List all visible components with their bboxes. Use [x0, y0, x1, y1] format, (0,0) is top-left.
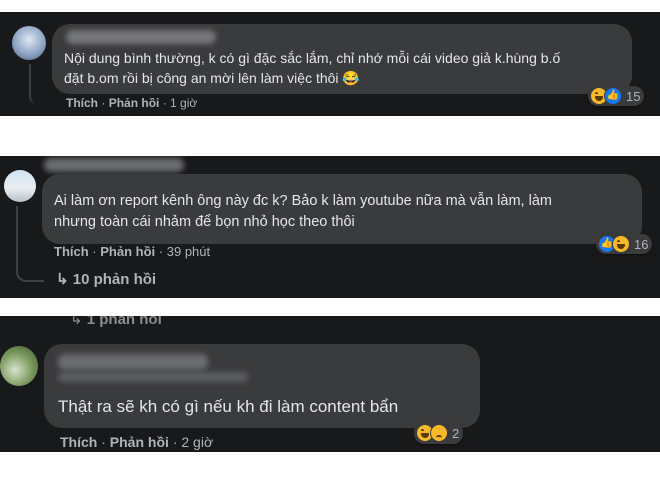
- like-link[interactable]: Thích: [54, 244, 89, 259]
- reaction-summary[interactable]: 2: [414, 422, 464, 444]
- separator: ·: [158, 244, 164, 259]
- author-name-blurred[interactable]: [66, 30, 216, 44]
- author-name-blurred: [58, 372, 248, 382]
- comment-text-line-1: Nội dung bình thường, k có gì đặc sắc lắ…: [64, 50, 561, 66]
- comment-bubble: Ai làm ơn report kênh ông này đc k? Bảo …: [42, 174, 642, 244]
- reaction-count: 16: [634, 236, 649, 252]
- timestamp[interactable]: 39 phút: [167, 244, 210, 259]
- avatar[interactable]: [12, 26, 46, 60]
- reply-link[interactable]: Phản hồi: [109, 96, 160, 110]
- separator: ·: [101, 434, 106, 450]
- timestamp[interactable]: 2 giờ: [181, 434, 213, 450]
- replies-count-label: 10 phản hồi: [72, 271, 157, 288]
- cut-off-label: 1 phản hồi: [86, 316, 162, 328]
- like-icon: 👍: [604, 87, 622, 105]
- reply-link[interactable]: Phản hồi: [100, 244, 155, 259]
- comment-text-line-2: nhưng toàn cái nhảm để bọn nhỏ học theo …: [54, 214, 355, 230]
- comment-bubble: Thật ra sẽ kh có gì nếu kh đi làm conten…: [44, 344, 480, 428]
- comment-actions: Thích · Phản hồi · 1 giờ: [66, 96, 197, 110]
- cut-off-replies-link[interactable]: ↳ 1 phản hồi: [70, 316, 162, 328]
- reply-arrow-icon: ↳: [56, 271, 69, 288]
- separator: ·: [162, 96, 167, 110]
- comment-card-1: Nội dung bình thường, k có gì đặc sắc lắ…: [0, 12, 660, 116]
- comment-actions: Thích · Phản hồi · 2 giờ: [60, 434, 213, 450]
- view-replies-link[interactable]: ↳ 10 phản hồi: [56, 270, 156, 288]
- reaction-summary[interactable]: 👍 15: [588, 86, 645, 106]
- comment-card-3: ↳ 1 phản hồi Thật ra sẽ kh có gì nếu kh …: [0, 316, 660, 452]
- author-name-blurred[interactable]: [44, 158, 184, 172]
- comment-bubble: Nội dung bình thường, k có gì đặc sắc lắ…: [52, 24, 632, 94]
- like-link[interactable]: Thích: [60, 434, 97, 450]
- author-name-blurred[interactable]: [58, 354, 208, 370]
- haha-icon: [612, 235, 630, 253]
- like-link[interactable]: Thích: [66, 96, 98, 110]
- reaction-count: 2: [452, 425, 460, 441]
- avatar[interactable]: [0, 346, 38, 386]
- reply-arrow-icon: ↳: [70, 316, 83, 328]
- comment-text: Thật ra sẽ kh có gì nếu kh đi làm conten…: [58, 397, 399, 416]
- comment-text-line-2: đặt b.om rồi bị công an mời lên làm việc…: [64, 70, 360, 86]
- thread-line: [29, 64, 37, 104]
- avatar[interactable]: [4, 170, 36, 202]
- comment-card-2: Ai làm ơn report kênh ông này đc k? Bảo …: [0, 156, 660, 298]
- separator: ·: [92, 244, 97, 259]
- sad-icon: [430, 424, 448, 442]
- thread-line: [16, 206, 44, 282]
- timestamp[interactable]: 1 giờ: [170, 96, 197, 110]
- comment-actions: Thích · Phản hồi · 39 phút: [54, 244, 210, 259]
- reaction-summary[interactable]: 👍 16: [596, 234, 653, 254]
- comment-text-line-1: Ai làm ơn report kênh ông này đc k? Bảo …: [54, 193, 552, 209]
- separator: ·: [172, 434, 178, 450]
- reaction-count: 15: [626, 88, 641, 104]
- reply-link[interactable]: Phản hồi: [110, 434, 169, 450]
- separator: ·: [101, 96, 106, 110]
